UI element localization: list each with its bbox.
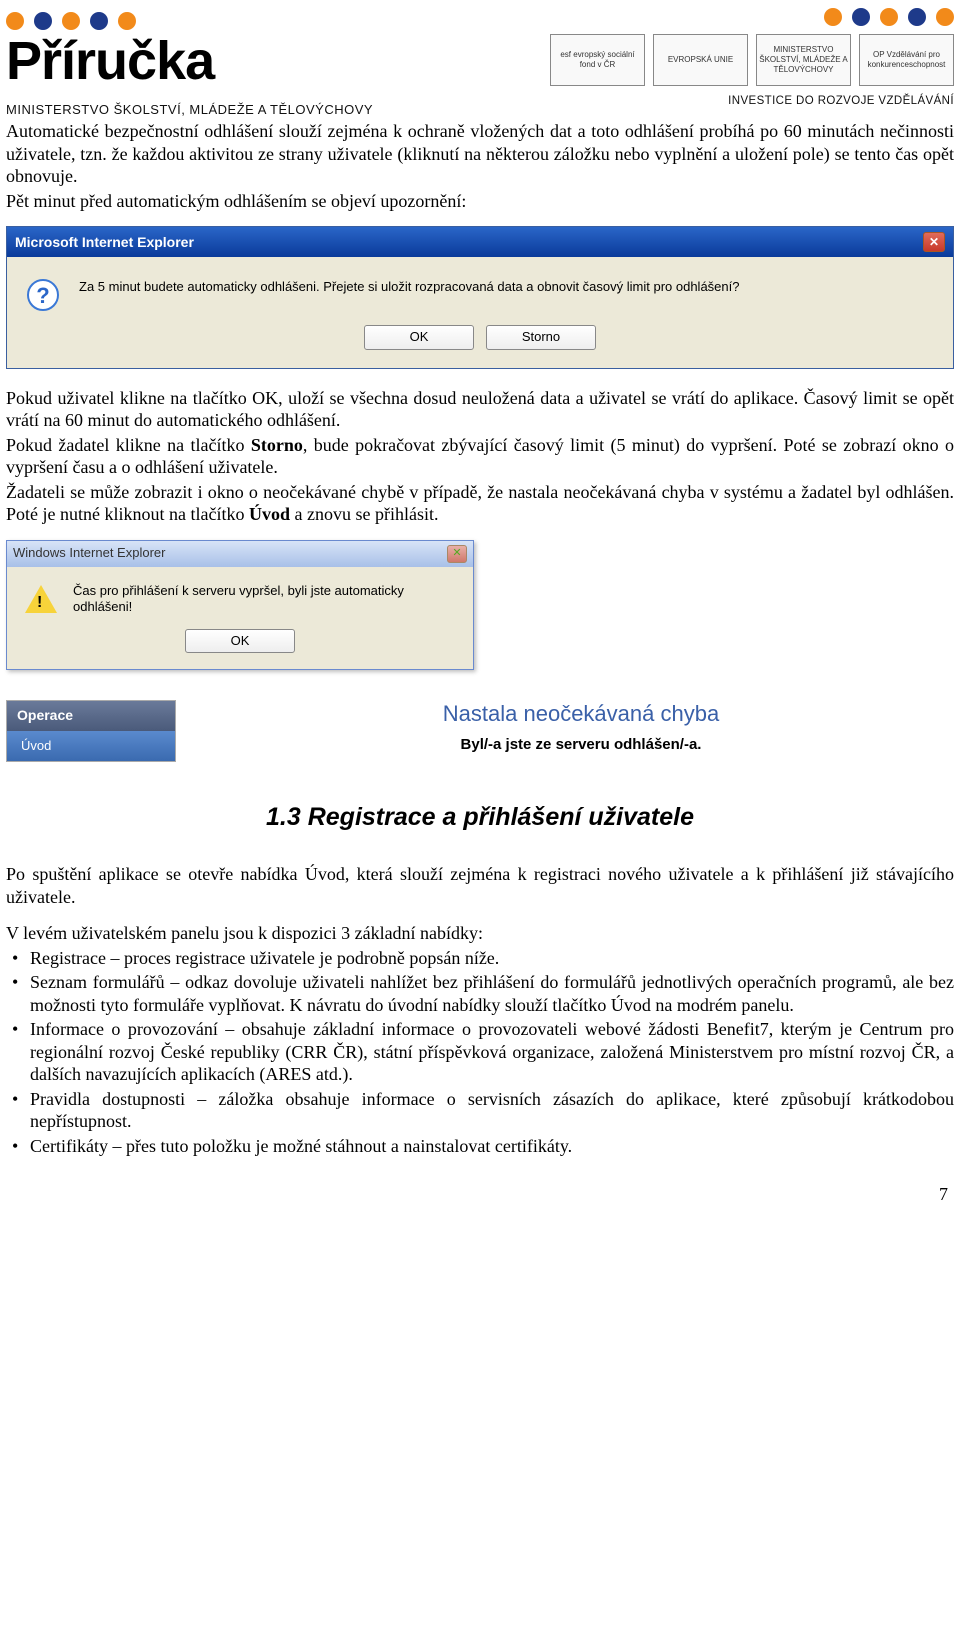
error-subtitle: Byl/-a jste ze serveru odhlášen/-a. [208, 736, 954, 755]
paragraph-3b: Pokud žadatel klikne na tlačítko Storno,… [6, 434, 954, 479]
dialog2-button-row: OK [7, 623, 473, 669]
menu-description-list: Registrace – proces registrace uživatele… [6, 947, 954, 1158]
dialog1-body: ? Za 5 minut budete automaticky odhlášen… [7, 257, 953, 325]
dialog2-message: Čas pro přihlášení k serveru vypršel, by… [73, 583, 455, 616]
ie-timeout-dialog: Windows Internet Explorer ✕ Čas pro přih… [6, 540, 474, 671]
paragraph-2: Pět minut před automatickým odhlášením s… [6, 190, 954, 213]
msmt-logo: MINISTERSTVO ŠKOLSTVÍ, MLÁDEŽE A TĚLOVÝC… [756, 34, 851, 86]
invest-tagline: INVESTICE DO ROZVOJE VZDĚLÁVÁNÍ [728, 94, 954, 108]
page-number: 7 [0, 1165, 960, 1212]
header-left: Příručka MINISTERSTVO ŠKOLSTVÍ, MLÁDEŽE … [6, 6, 373, 118]
section-heading: 1.3 Registrace a přihlášení uživatele [6, 802, 954, 833]
list-item: Pravidla dostupnosti – záložka obsahuje … [30, 1088, 954, 1133]
operations-header: Operace [7, 701, 175, 731]
decorative-dots-left [6, 12, 373, 30]
ie-confirm-dialog: Microsoft Internet Explorer ✕ ? Za 5 min… [6, 226, 954, 368]
list-item: Informace o provozování – obsahuje zákla… [30, 1018, 954, 1086]
dialog1-title: Microsoft Internet Explorer [15, 234, 194, 252]
ok-button[interactable]: OK [364, 325, 474, 349]
document-content: Automatické bezpečnostní odhlášení slouž… [0, 120, 960, 1165]
text-span: a znovu se přihlásit. [290, 504, 438, 524]
section-title: Registrace a přihlášení uživatele [308, 803, 694, 831]
bold-storno: Storno [251, 435, 303, 455]
header-right: esf evropský sociální fond v ČR EVROPSKÁ… [550, 8, 954, 108]
dot-icon [6, 12, 24, 30]
paragraph-3a: Pokud uživatel klikne na tlačítko OK, ul… [6, 387, 954, 432]
dialog1-titlebar: Microsoft Internet Explorer ✕ [7, 227, 953, 257]
document-header: Příručka MINISTERSTVO ŠKOLSTVÍ, MLÁDEŽE … [0, 0, 960, 118]
sponsor-logos-row: esf evropský sociální fond v ČR EVROPSKÁ… [550, 30, 954, 90]
text-span: Žadateli se může zobrazit i okno o neoče… [6, 482, 954, 525]
dot-icon [34, 12, 52, 30]
warning-icon [25, 585, 57, 613]
dot-icon [62, 12, 80, 30]
operations-sidebar: Operace Úvod [6, 700, 176, 762]
eu-logo: EVROPSKÁ UNIE [653, 34, 748, 86]
dialog2-title: Windows Internet Explorer [13, 545, 165, 561]
dot-icon [908, 8, 926, 26]
section-number: 1.3 [266, 803, 301, 831]
error-message-area: Nastala neočekávaná chyba Byl/-a jste ze… [208, 700, 954, 762]
dot-icon [852, 8, 870, 26]
decorative-dots-right [824, 8, 954, 26]
paragraph-1: Automatické bezpečnostní odhlášení slouž… [6, 120, 954, 188]
dialog2-body: Čas pro přihlášení k serveru vypršel, by… [7, 567, 473, 624]
error-title: Nastala neočekávaná chyba [208, 700, 954, 728]
list-item: Seznam formulářů – odkaz dovoluje uživat… [30, 971, 954, 1016]
paragraph-3c: Žadateli se může zobrazit i okno o neoče… [6, 481, 954, 526]
question-icon: ? [27, 279, 59, 311]
storno-button[interactable]: Storno [486, 325, 596, 349]
bold-uvod: Úvod [249, 504, 290, 524]
dot-icon [118, 12, 136, 30]
esf-logo: esf evropský sociální fond v ČR [550, 34, 645, 86]
ok-button[interactable]: OK [185, 629, 295, 653]
dot-icon [936, 8, 954, 26]
dialog2-titlebar: Windows Internet Explorer ✕ [7, 541, 473, 567]
logo-title: Příručka [6, 34, 373, 88]
dialog1-button-row: OK Storno [7, 325, 953, 367]
dot-icon [90, 12, 108, 30]
dialog1-message: Za 5 minut budete automaticky odhlášeni.… [79, 279, 739, 295]
list-item: Certifikáty – přes tuto položku je možné… [30, 1135, 954, 1158]
paragraph-4: Po spuštění aplikace se otevře nabídka Ú… [6, 863, 954, 908]
dot-icon [880, 8, 898, 26]
close-icon[interactable]: ✕ [447, 545, 467, 563]
dot-icon [824, 8, 842, 26]
ministry-subtitle: MINISTERSTVO ŠKOLSTVÍ, MLÁDEŽE A TĚLOVÝC… [6, 102, 373, 118]
list-item: Registrace – proces registrace uživatele… [30, 947, 954, 970]
paragraph-5: V levém uživatelském panelu jsou k dispo… [6, 922, 954, 945]
error-panel: Operace Úvod Nastala neočekávaná chyba B… [6, 700, 954, 762]
close-icon[interactable]: ✕ [923, 232, 945, 252]
sidebar-item-uvod[interactable]: Úvod [7, 731, 175, 761]
text-span: Pokud žadatel klikne na tlačítko [6, 435, 251, 455]
op-logo: OP Vzdělávání pro konkurenceschopnost [859, 34, 954, 86]
